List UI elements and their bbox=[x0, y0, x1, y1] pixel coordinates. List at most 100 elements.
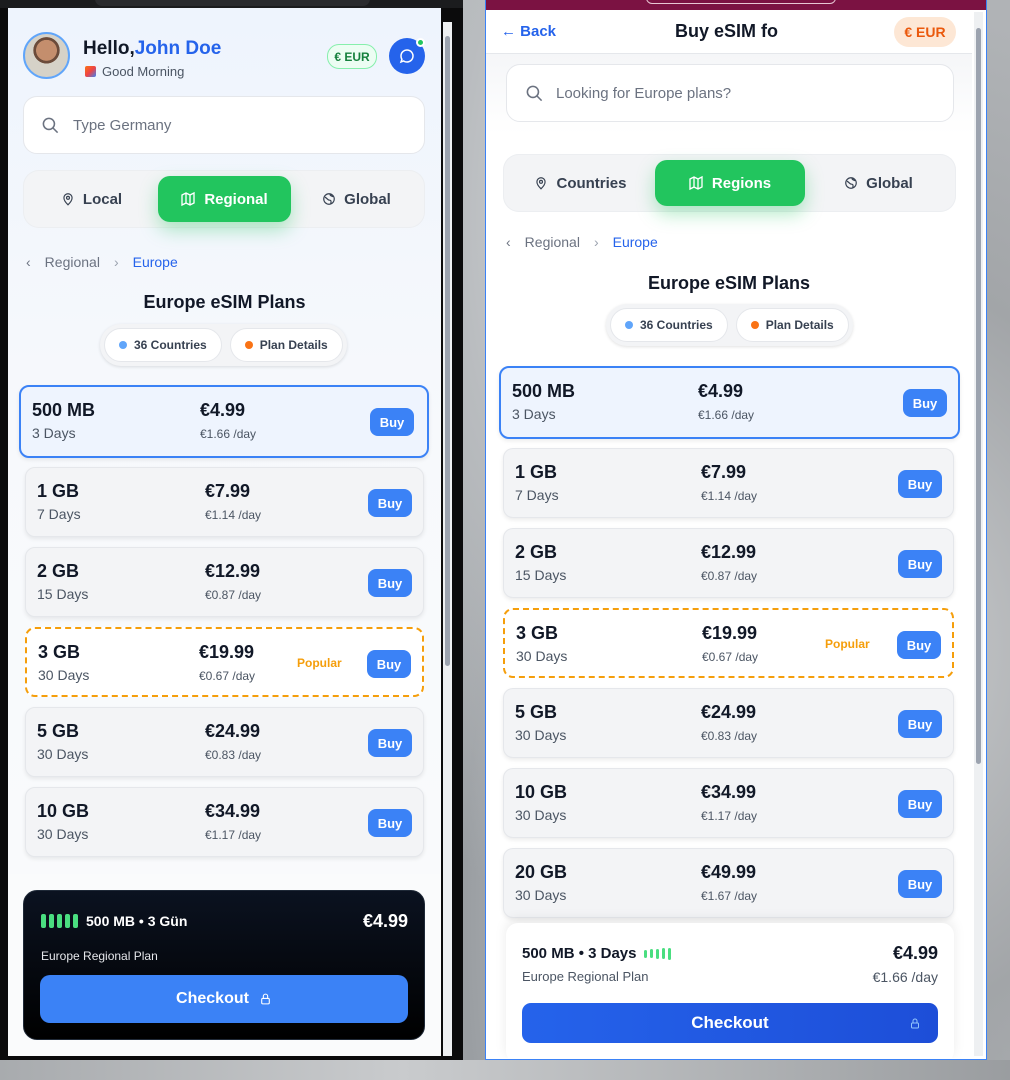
avatar[interactable] bbox=[23, 32, 70, 79]
checkout-summary: 500 MB • 3 Gün bbox=[41, 913, 187, 929]
buy-button[interactable]: Buy bbox=[367, 650, 411, 678]
plan-size: 3 GB bbox=[38, 642, 81, 662]
checkout-card: 500 MB • 3 Days €4.99 Europe Regional Pl… bbox=[506, 923, 954, 1058]
plan-card[interactable]: 5 GB 30 Days €24.99 €0.83 /day Buy bbox=[25, 707, 424, 777]
plan-price-per-day: €1.66 /day bbox=[200, 427, 257, 441]
checkout-button-label: Checkout bbox=[176, 990, 249, 1007]
tab-bar: Local Regional Global bbox=[23, 170, 425, 228]
breadcrumb-regional[interactable]: Regional bbox=[45, 254, 100, 270]
url-field[interactable] bbox=[95, 0, 370, 6]
tab-regions[interactable]: Regions bbox=[654, 160, 805, 206]
plan-price: €24.99 bbox=[205, 721, 261, 741]
plan-card[interactable]: 1 GB 7 Days €7.99 €1.14 /day Buy bbox=[25, 467, 424, 537]
plan-price-per-day: €0.67 /day bbox=[702, 650, 759, 664]
buy-button[interactable]: Buy bbox=[898, 790, 942, 818]
right-scrollbar-thumb[interactable] bbox=[976, 28, 981, 764]
plan-duration: 30 Days bbox=[515, 887, 567, 903]
plan-price: €12.99 bbox=[205, 561, 261, 581]
buy-button[interactable]: Buy bbox=[898, 470, 942, 498]
checkout-per-day: €1.66 /day bbox=[872, 969, 938, 985]
plan-price-per-day: €0.87 /day bbox=[701, 569, 758, 583]
tab-regional[interactable]: Regional bbox=[157, 176, 291, 222]
checkout-button[interactable]: Checkout bbox=[522, 1003, 938, 1043]
plan-card[interactable]: 3 GB 30 Days €19.99 €0.67 /day Popular Buy bbox=[25, 627, 424, 697]
tab-global[interactable]: Global bbox=[298, 176, 416, 222]
left-scrollbar-thumb[interactable] bbox=[445, 36, 450, 666]
chevron-left-icon[interactable]: ‹ bbox=[26, 254, 31, 270]
sun-icon bbox=[85, 66, 96, 77]
orange-dot-icon bbox=[244, 341, 253, 349]
info-chips: 36 Countries Plan Details bbox=[100, 324, 347, 366]
chat-button[interactable] bbox=[389, 38, 425, 74]
search-input[interactable]: Looking for Europe plans? bbox=[506, 64, 954, 122]
plan-price: €7.99 bbox=[701, 462, 747, 482]
plan-card[interactable]: 2 GB 15 Days €12.99 €0.87 /day Buy bbox=[25, 547, 424, 617]
tab-global-label: Global bbox=[344, 190, 391, 208]
plan-card[interactable]: 5 GB 30 Days €24.99 €0.83 /day Buy bbox=[503, 688, 954, 758]
search-placeholder: Looking for Europe plans? bbox=[556, 84, 732, 102]
countries-chip[interactable]: 36 Countries bbox=[104, 328, 222, 362]
online-indicator bbox=[416, 38, 425, 47]
buy-button[interactable]: Buy bbox=[370, 408, 414, 436]
buy-button[interactable]: Buy bbox=[898, 710, 942, 738]
plan-details-chip[interactable]: Plan Details bbox=[735, 308, 849, 342]
chevron-left-icon[interactable]: ‹ bbox=[506, 234, 511, 250]
right-scrollbar[interactable] bbox=[974, 12, 983, 1056]
buy-button[interactable]: Buy bbox=[898, 870, 942, 898]
map-pin-icon bbox=[63, 193, 73, 206]
search-input[interactable]: Type Germany bbox=[23, 96, 425, 154]
checkout-summary-text: 500 MB • 3 Days bbox=[522, 945, 637, 962]
blue-dot-icon bbox=[119, 341, 127, 349]
tab-countries-label: Countries bbox=[556, 174, 627, 192]
plan-card[interactable]: 500 MB 3 Days €4.99 €1.66 /day Buy bbox=[499, 366, 960, 439]
plan-size: 500 MB bbox=[512, 381, 576, 401]
greeting-subtitle: Good Morning bbox=[85, 64, 184, 79]
page-title: Europe eSIM Plans bbox=[143, 292, 306, 312]
buy-button[interactable]: Buy bbox=[368, 729, 412, 757]
tab-local[interactable]: Local bbox=[33, 176, 151, 222]
plan-price: €7.99 bbox=[205, 481, 251, 501]
plan-details-chip[interactable]: Plan Details bbox=[229, 328, 343, 362]
plan-card[interactable]: 10 GB 30 Days €34.99 €1.17 /day Buy bbox=[503, 768, 954, 838]
buy-button[interactable]: Buy bbox=[368, 489, 412, 517]
plan-card[interactable]: 2 GB 15 Days €12.99 €0.87 /day Buy bbox=[503, 528, 954, 598]
tab-global[interactable]: Global bbox=[810, 160, 948, 206]
address-bar[interactable] bbox=[0, 0, 463, 8]
plan-card[interactable]: 20 GB 30 Days €49.99 €1.67 /day Buy bbox=[503, 848, 954, 918]
plan-card[interactable]: 500 MB 3 Days €4.99 €1.66 /day Buy bbox=[19, 385, 429, 458]
plan-price: €19.99 bbox=[702, 623, 758, 643]
breadcrumb-regional[interactable]: Regional bbox=[525, 234, 580, 250]
tab-regional-label: Regional bbox=[204, 190, 268, 208]
plan-duration: 15 Days bbox=[37, 586, 89, 602]
buy-button[interactable]: Buy bbox=[368, 809, 412, 837]
buy-button[interactable]: Buy bbox=[897, 631, 941, 659]
tab-countries[interactable]: Countries bbox=[512, 160, 650, 206]
buy-button[interactable]: Buy bbox=[368, 569, 412, 597]
lock-icon bbox=[911, 1018, 919, 1028]
plan-price-per-day: €0.87 /day bbox=[205, 588, 262, 602]
plan-card[interactable]: 10 GB 30 Days €34.99 €1.17 /day Buy bbox=[25, 787, 424, 857]
buy-button[interactable]: Buy bbox=[903, 389, 947, 417]
plan-card[interactable]: 1 GB 7 Days €7.99 €1.14 /day Buy bbox=[503, 448, 954, 518]
plan-price: €24.99 bbox=[701, 702, 757, 722]
plan-duration: 15 Days bbox=[515, 567, 567, 583]
plan-size: 2 GB bbox=[37, 561, 80, 581]
plan-duration: 30 Days bbox=[37, 746, 89, 762]
currency-badge[interactable]: € EUR bbox=[327, 44, 377, 69]
checkout-summary: 500 MB • 3 Days bbox=[522, 945, 672, 962]
orange-dot-icon bbox=[750, 321, 759, 329]
plan-price-per-day: €0.67 /day bbox=[199, 669, 256, 683]
tab-regions-label: Regions bbox=[711, 174, 772, 192]
checkout-plan-name: Europe Regional Plan bbox=[522, 969, 649, 984]
plan-card[interactable]: 3 GB 30 Days €19.99 €0.67 /day Popular Buy bbox=[503, 608, 954, 678]
buy-button[interactable]: Buy bbox=[898, 550, 942, 578]
countries-chip[interactable]: 36 Countries bbox=[610, 308, 728, 342]
popular-label: Popular bbox=[825, 637, 870, 651]
search-icon bbox=[42, 117, 59, 133]
left-page: Hello,John Doe Good Morning € EUR Type G… bbox=[8, 8, 441, 1056]
checkout-button[interactable]: Checkout bbox=[40, 975, 408, 1023]
brand-bar bbox=[486, 0, 986, 10]
left-scrollbar[interactable] bbox=[443, 22, 452, 1056]
back-button[interactable]: ← Back bbox=[501, 23, 556, 40]
currency-badge[interactable]: € EUR bbox=[894, 17, 956, 47]
